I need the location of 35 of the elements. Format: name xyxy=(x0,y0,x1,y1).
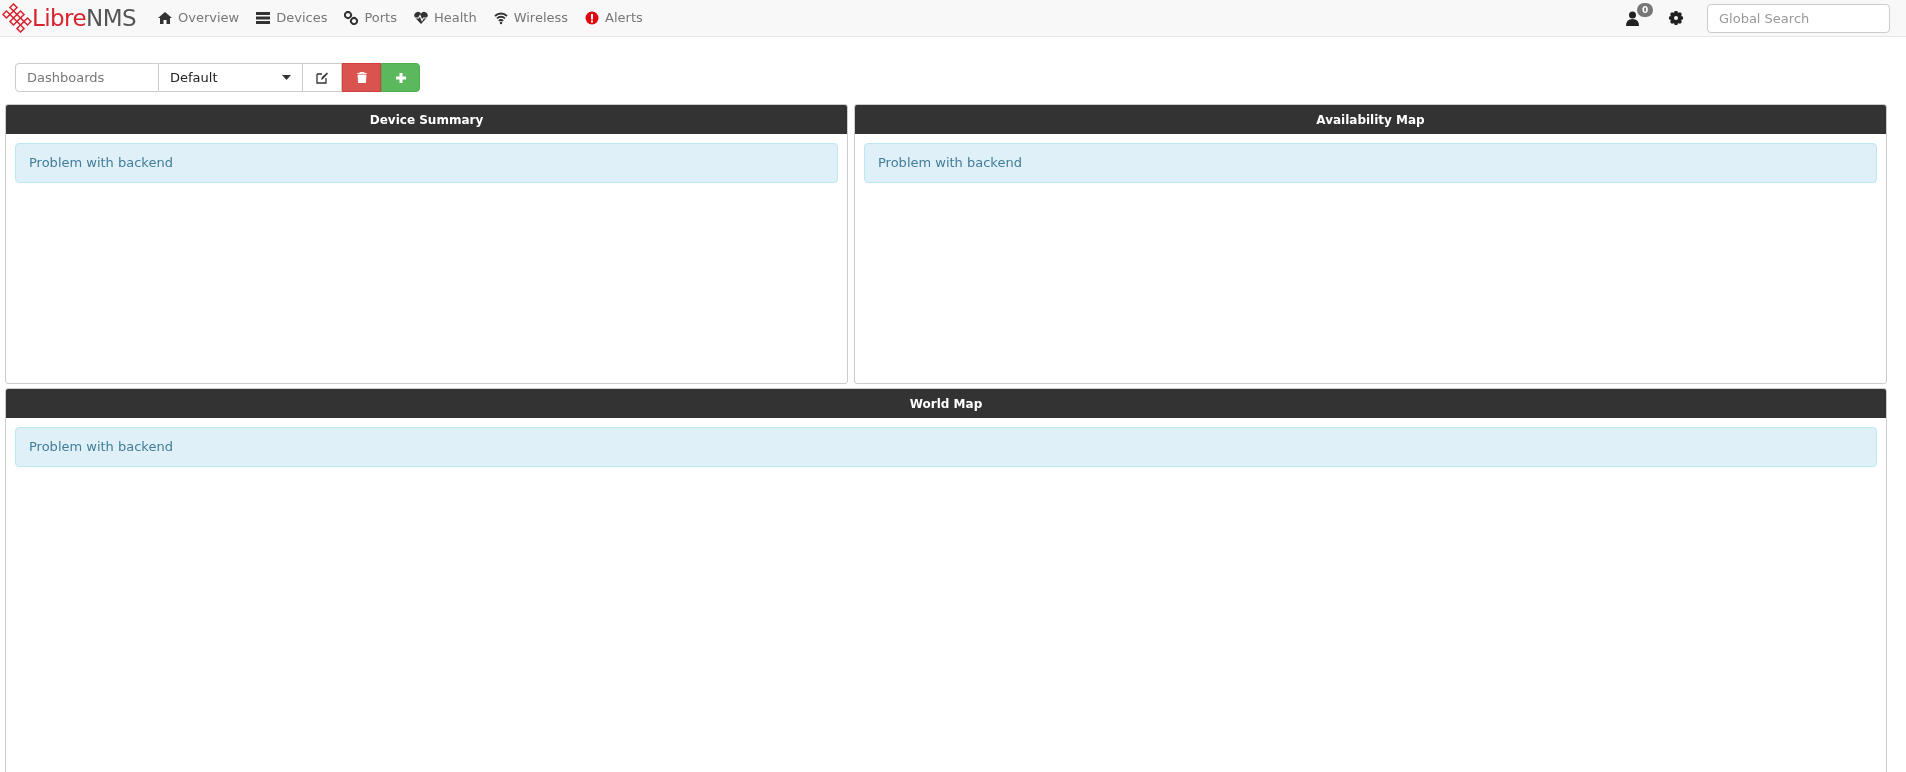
search-field[interactable]: Global Search xyxy=(1707,3,1890,33)
settings-icon[interactable] xyxy=(1669,11,1683,25)
home-icon xyxy=(157,11,172,25)
user-icon[interactable] xyxy=(1626,10,1639,26)
delete-button[interactable] xyxy=(342,63,381,92)
dashboard-select[interactable]: Default xyxy=(159,63,303,92)
widget-title: Device Summary xyxy=(6,105,847,134)
logo-text: Libre xyxy=(32,6,87,30)
add-button[interactable] xyxy=(381,63,420,92)
logo[interactable]: LibreNMS xyxy=(2,3,136,33)
widget-title: Availability Map xyxy=(855,105,1886,134)
alert-message: Problem with backend xyxy=(864,143,1877,183)
dashboards-label: Dashboards xyxy=(15,63,159,92)
link-icon xyxy=(344,11,359,25)
nav-link[interactable]: Alerts xyxy=(585,8,643,28)
trash-icon xyxy=(356,72,367,83)
wifi-icon xyxy=(493,11,508,25)
logo-text: NMS xyxy=(86,6,136,30)
edit-icon xyxy=(316,71,328,84)
logo-icon xyxy=(2,3,32,33)
server-icon xyxy=(256,11,271,25)
nav-link[interactable]: Devices xyxy=(256,8,328,28)
nav-link[interactable]: Overview xyxy=(157,8,240,28)
nav-link[interactable]: Wireless xyxy=(493,8,569,28)
widget-title: World Map xyxy=(6,389,1886,418)
caret-icon xyxy=(282,75,291,80)
edit-button[interactable] xyxy=(303,63,342,92)
alert-icon xyxy=(585,11,600,25)
plus-icon xyxy=(395,72,406,83)
notification-count: 0 xyxy=(1637,2,1654,17)
nav-link[interactable]: Ports xyxy=(344,8,397,28)
nav-link[interactable]: Health xyxy=(413,8,477,28)
alert-message: Problem with backend xyxy=(15,143,838,183)
heartbeat-icon xyxy=(413,11,428,25)
alert-message: Problem with backend xyxy=(15,427,1877,467)
